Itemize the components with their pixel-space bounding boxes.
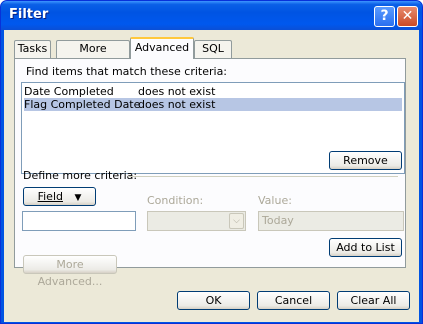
list-item[interactable]: Date Completed does not exist	[24, 85, 402, 98]
tab-sql[interactable]: SQL	[194, 40, 232, 58]
help-icon: ?	[380, 8, 389, 24]
dialog-body: Tasks More Choices Advanced SQL Find ite…	[4, 30, 419, 322]
help-button[interactable]: ?	[374, 6, 395, 27]
criteria-field: Date Completed	[24, 85, 114, 98]
divider	[128, 176, 398, 177]
tab-tasks[interactable]: Tasks	[14, 40, 51, 58]
close-button[interactable]: ✕	[397, 6, 418, 27]
more-advanced-button[interactable]: More Advanced...	[23, 255, 117, 288]
filter-dialog: Filter ? ✕ Tasks More Choices Advanced S…	[0, 0, 423, 324]
condition-select[interactable]: ⌵	[147, 211, 246, 231]
close-icon: ✕	[401, 8, 414, 24]
clear-all-button[interactable]: Clear All	[337, 291, 410, 310]
field-button[interactable]: Field ▼	[23, 187, 96, 206]
window-title: Filter	[9, 7, 49, 22]
criteria-condition: does not exist	[138, 85, 216, 98]
title-bar[interactable]: Filter ? ✕	[1, 1, 422, 30]
criteria-heading: Find items that match these criteria:	[26, 65, 228, 78]
cancel-button[interactable]: Cancel	[257, 291, 330, 310]
value-label: Value:	[258, 194, 292, 207]
tab-advanced[interactable]: Advanced	[130, 37, 194, 59]
list-item-selected[interactable]: Flag Completed Date does not exist	[24, 98, 402, 111]
add-to-list-button[interactable]: Add to List	[329, 238, 402, 257]
chevron-down-icon: ▼	[74, 193, 82, 203]
define-heading: Define more criteria:	[23, 169, 138, 182]
ok-button[interactable]: OK	[177, 291, 250, 310]
chevron-down-icon: ⌵	[229, 213, 244, 229]
criteria-field: Flag Completed Date	[24, 98, 141, 111]
value-input[interactable]: Today	[258, 211, 404, 231]
criteria-condition: does not exist	[138, 98, 216, 111]
field-button-label: Field	[37, 190, 63, 203]
remove-button[interactable]: Remove	[329, 151, 402, 170]
tab-more-choices[interactable]: More Choices	[56, 40, 130, 71]
condition-label: Condition:	[147, 194, 204, 207]
field-input[interactable]	[22, 211, 136, 231]
